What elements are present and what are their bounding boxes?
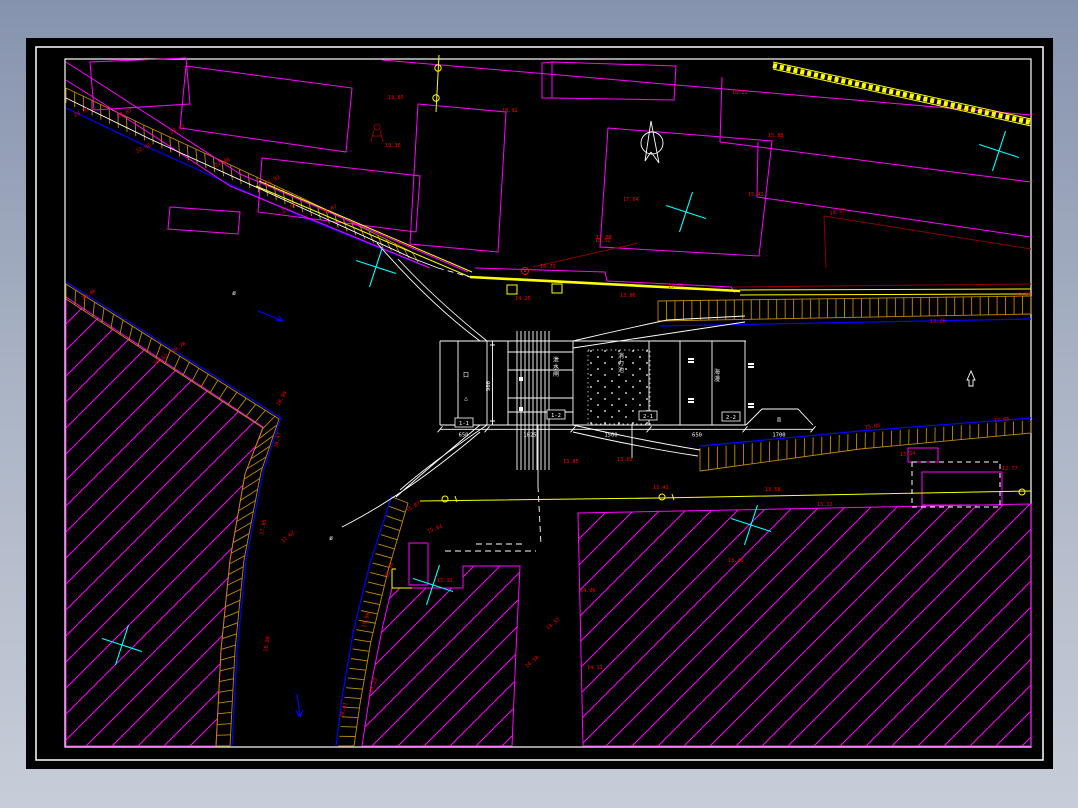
benchmark-dot [524, 270, 526, 272]
dimension-value: 1500 [604, 432, 617, 438]
red-elevation-label: 15.12 [437, 578, 453, 584]
red-elevation-label: 19.36 [385, 143, 401, 149]
structure-label: ø [232, 290, 236, 297]
red-elevation-label: 13.12 [817, 502, 833, 508]
pier-block [519, 407, 523, 411]
red-elevation-label: 13.85 [563, 459, 579, 465]
dimension-value: 650 [459, 432, 469, 438]
red-elevation-label: 13.41 [653, 485, 669, 491]
structure-label: 泄水闸 [553, 356, 559, 378]
structure-label: ø [329, 535, 333, 542]
red-elevation-label: 14.11 [587, 665, 603, 671]
red-elevation-label: 18.92 [502, 108, 518, 114]
structure-label: 皿 [777, 417, 782, 423]
dimension-value: 1700 [772, 432, 785, 438]
red-elevation-label: 19.85 [388, 95, 404, 101]
parcel-hatch-bottom-right [577, 503, 1032, 747]
red-elevation-label: 16.73 [540, 264, 556, 270]
red-elevation-label: 15.88 [768, 133, 784, 139]
cad-drawing-viewport[interactable]: 650 1025 1500 650 1700 900 1-1 1-2 2-1 2-2 泄水闸 消力… [0, 0, 1078, 808]
red-elevation-label: 16.21 [732, 90, 748, 96]
pier-block [519, 377, 523, 381]
section-tag-label: 1-1 [459, 421, 469, 427]
vertical-dimension-value: 900 [486, 381, 492, 391]
section-tag-label: 1-2 [551, 413, 561, 419]
structure-label: 口 [463, 372, 469, 379]
section-tag-label: 2-1 [643, 414, 653, 420]
red-elevation-label: 13.26 [930, 318, 946, 325]
red-elevation-label: 15.42 [748, 192, 764, 198]
red-elevation-label: 12.77 [1002, 466, 1018, 472]
red-elevation-label: 14.25 [515, 296, 531, 302]
red-elevation-label: 17.64 [623, 197, 639, 203]
structure-label: △ [464, 395, 468, 402]
red-elevation-label: 16.52 [595, 238, 611, 244]
cad-drawing[interactable]: 650 1025 1500 650 1700 900 1-1 1-2 2-1 2-2 泄水闸 消力… [0, 0, 1078, 808]
red-elevation-label: 14.06 [580, 588, 596, 594]
structure-label: 海漫 [714, 368, 720, 383]
red-elevation-label: 13.63 [617, 457, 633, 463]
structure-label: 消力池 [618, 352, 624, 374]
red-elevation-label: 13.96 [620, 293, 636, 299]
dimension-value: 650 [692, 432, 702, 438]
red-elevation-label: 13.46 [728, 558, 744, 564]
section-tag-label: 2-2 [726, 415, 736, 421]
red-elevation-label: 13.58 [765, 487, 781, 493]
dimension-value: 1025 [523, 432, 536, 438]
